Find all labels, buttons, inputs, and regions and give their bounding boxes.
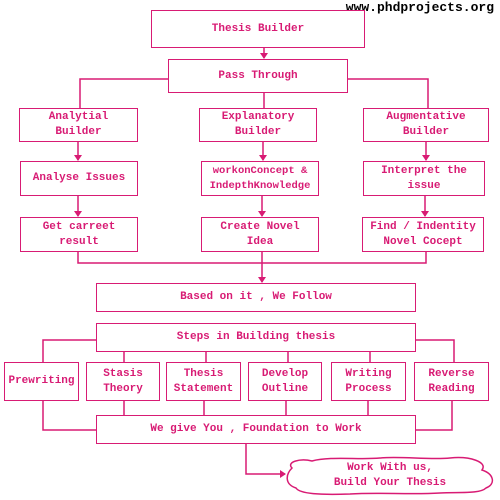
node-pass-through: Pass Through	[168, 59, 348, 93]
node-reverse-reading: Reverse Reading	[414, 362, 489, 401]
node-interpret-issue: Interpret the issue	[363, 161, 485, 196]
node-thesis-statement: Thesis Statement	[166, 362, 241, 401]
cloud-callout-text: Work With us, Build Your Thesis	[333, 462, 447, 489]
node-analyse-issues: Analyse Issues	[20, 161, 138, 196]
connector-pass-to-analytial	[79, 78, 168, 108]
node-prewriting: Prewriting	[4, 362, 79, 401]
node-writing-process: Writing Process	[331, 362, 406, 401]
node-based-on-it: Based on it , We Follow	[96, 283, 416, 312]
connector-steps-to-reverse	[416, 339, 455, 362]
node-create-idea: Create Novel Idea	[201, 217, 319, 252]
connector-pass-to-augmentative	[348, 78, 429, 108]
node-find-concept: Find / Indentity Novel Cocept	[362, 217, 484, 252]
node-augmentative-builder: Augmentative Builder	[363, 108, 489, 142]
connector-reverse-to-foundation	[416, 401, 453, 431]
connector-merge	[77, 252, 427, 264]
node-foundation: We give You , Foundation to Work	[96, 415, 416, 444]
watermark-url: www.phdprojects.org	[343, 0, 496, 15]
connector-prewriting-to-foundation	[42, 401, 96, 431]
node-steps: Steps in Building thesis	[96, 323, 416, 352]
node-get-result: Get carreet result	[20, 217, 138, 252]
node-explanatory-builder: Explanatory Builder	[199, 108, 317, 142]
arrow-foundation-to-cloud	[245, 444, 286, 478]
node-stasis-theory: Stasis Theory	[86, 362, 160, 401]
node-workon-concept: workonConcept & IndepthKnowledge	[201, 161, 319, 196]
node-develop-outline: Develop Outline	[248, 362, 322, 401]
node-thesis-builder: Thesis Builder	[151, 10, 365, 48]
node-analytial-builder: Analytial Builder	[19, 108, 138, 142]
connector-steps-to-prewriting	[42, 339, 96, 362]
